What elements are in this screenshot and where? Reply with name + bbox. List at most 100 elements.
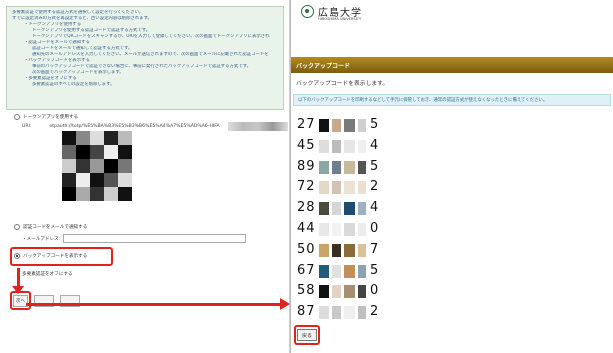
- backup-code-suffix: 2: [370, 304, 379, 320]
- back-button-wrap: 戻る: [297, 329, 317, 341]
- redacted-block: [319, 160, 329, 174]
- redacted-block: [358, 306, 366, 320]
- redacted-block: [319, 119, 329, 132]
- backup-code-suffix: 0: [370, 283, 379, 299]
- info-box: 多要素認証で使用する認証方式を選択して設定を行ってください。 すでに設定済みの方式…: [6, 6, 284, 110]
- backup-code-suffix: 4: [370, 137, 379, 153]
- redacted-block: [358, 222, 366, 236]
- info-line: 多要素認証のすべての設定を削除します。: [32, 82, 115, 87]
- redacted-block: [332, 243, 341, 257]
- redacted-block: [344, 160, 355, 174]
- backup-code-row: 28 4: [297, 199, 387, 220]
- backup-code-prefix: 58: [297, 283, 316, 299]
- radio-token-app[interactable]: [14, 114, 20, 120]
- backup-code-row: 87 2: [297, 303, 387, 324]
- backup-code-suffix: 5: [370, 262, 379, 278]
- redacted-block: [332, 306, 341, 320]
- mfa-settings-screen: 多要素認証で使用する認証方式を選択して設定を行ってください。 すでに設定済みの方式…: [0, 0, 338, 353]
- redacted-block: [358, 285, 366, 299]
- option-mfa-off-label: 多要素認証をオフにする: [22, 272, 73, 277]
- backup-code-prefix: 27: [297, 117, 316, 132]
- redacted-block: [344, 285, 355, 299]
- next-button-label: 次へ: [15, 299, 26, 304]
- redacted-block: [358, 264, 366, 278]
- redacted-block: [344, 139, 355, 153]
- backup-code-suffix: 7: [370, 241, 379, 257]
- email-row: ・メールアドレス:: [22, 234, 247, 243]
- redacted-block: [344, 243, 355, 257]
- option-email[interactable]: 認証コードをメールで通知する: [14, 224, 87, 230]
- uri-blur: [227, 122, 288, 131]
- redacted-block: [332, 202, 341, 216]
- redacted-block: [358, 181, 366, 195]
- option-backup-code-label: バックアップコードを表示する: [23, 254, 88, 259]
- backup-code-prefix: 50: [297, 241, 316, 257]
- backup-code-row: 72 2: [297, 178, 387, 199]
- backup-code-row: 50 7: [297, 241, 387, 262]
- redacted-block: [344, 222, 355, 236]
- page-title: バックアップコード: [291, 57, 613, 73]
- backup-code-row: 67 5: [297, 262, 387, 283]
- redacted-block: [344, 202, 355, 216]
- backup-code-suffix: 5: [370, 158, 379, 174]
- backup-code-row: 89 5: [297, 158, 387, 179]
- redacted-block: [332, 181, 341, 195]
- redacted-block: [344, 181, 355, 195]
- backup-code-prefix: 45: [297, 137, 316, 153]
- backup-code-suffix: 4: [370, 200, 379, 216]
- arrow-head: [280, 298, 290, 310]
- redacted-block: [358, 119, 366, 132]
- backup-code-row: 27 5: [297, 116, 387, 137]
- page-subtitle: バックアップコードを表示します。: [296, 81, 389, 87]
- notice-banner: 以下のバックアップコードを印刷するなどして手元に保管しておき、通常の認証方式が使…: [293, 94, 611, 106]
- redacted-block: [358, 243, 366, 257]
- redacted-block: [332, 264, 341, 278]
- backup-code-suffix: 0: [370, 220, 379, 236]
- redacted-block: [319, 306, 329, 320]
- backup-code-suffix: 5: [370, 117, 379, 132]
- backup-code-list: 27 5 45 4 89 5 72 2 28 4 44 0 50 7 67 5 58 0 87 2: [297, 116, 387, 324]
- backup-code-prefix: 44: [297, 220, 316, 236]
- uri-value: otpauth://totp/%E5%BA%83%E5%B3%B6%E5%A4%…: [49, 124, 220, 129]
- email-label: ・メールアドレス:: [22, 236, 61, 242]
- option-mfa-off[interactable]: 多要素認証をオフにする: [22, 271, 73, 277]
- redacted-block: [319, 222, 329, 236]
- back-button[interactable]: 戻る: [297, 329, 317, 341]
- backup-code-row: 45 4: [297, 137, 387, 158]
- backup-code-prefix: 72: [297, 179, 316, 195]
- redacted-block: [319, 181, 329, 195]
- redacted-block: [332, 285, 341, 299]
- redacted-block: [332, 139, 341, 153]
- email-field[interactable]: [63, 234, 247, 243]
- redacted-block: [358, 202, 366, 216]
- option-token-app[interactable]: トークンアプリを使用する: [14, 114, 78, 120]
- backup-code-prefix: 89: [297, 158, 316, 174]
- redacted-block: [358, 139, 366, 153]
- radio-email[interactable]: [14, 224, 20, 230]
- redacted-block: [319, 243, 329, 257]
- backup-code-suffix: 2: [370, 179, 379, 195]
- uri-label: URI:: [22, 124, 32, 129]
- redacted-block: [344, 119, 355, 132]
- option-token-app-label: トークンアプリを使用する: [23, 115, 79, 120]
- logo-text-en: HIROSHIMA UNIVERSITY: [318, 17, 362, 21]
- option-backup-code[interactable]: バックアップコードを表示する: [14, 253, 87, 259]
- option-email-label: 認証コードをメールで通知する: [23, 225, 88, 230]
- redacted-block: [319, 285, 329, 299]
- backup-code-prefix: 28: [297, 200, 316, 216]
- redacted-block: [332, 222, 341, 236]
- redacted-block: [344, 264, 355, 278]
- redacted-block: [319, 202, 329, 216]
- university-emblem-icon: [301, 5, 314, 18]
- backup-code-row: 58 0: [297, 282, 387, 303]
- arrow-to-backup-screen: [26, 303, 282, 306]
- redacted-block: [358, 160, 366, 174]
- radio-backup-code[interactable]: [14, 253, 20, 259]
- redacted-block: [319, 139, 329, 153]
- backup-code-prefix: 87: [297, 304, 316, 320]
- qr-code: [62, 131, 132, 201]
- backup-code-row: 44 0: [297, 220, 387, 241]
- redacted-block: [332, 160, 341, 174]
- backup-code-screen: 広島大学 HIROSHIMA UNIVERSITY バックアップコード バックア…: [290, 0, 613, 353]
- redacted-block: [332, 119, 341, 132]
